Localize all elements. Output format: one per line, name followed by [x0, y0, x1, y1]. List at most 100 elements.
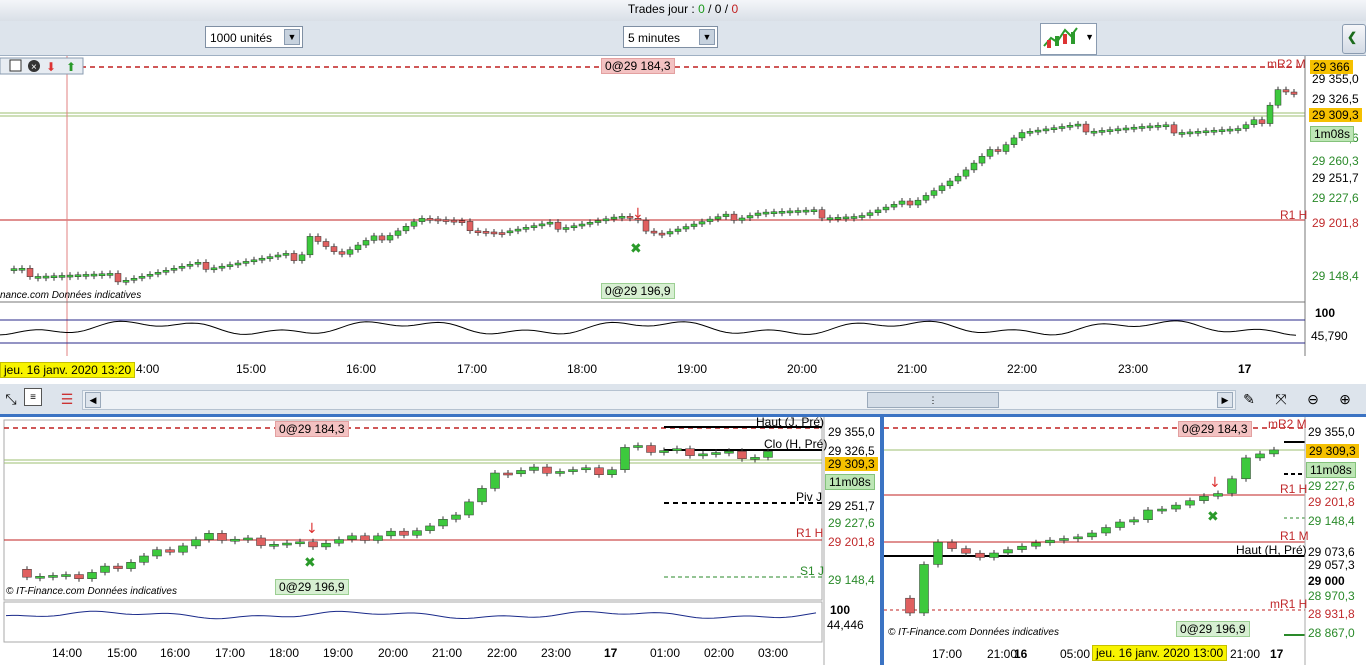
- candle: [594, 467, 604, 475]
- candle: [1269, 449, 1279, 455]
- candle: [882, 206, 890, 211]
- price-label: 29 000: [1308, 574, 1345, 588]
- zoom-in-icon[interactable]: ⊕: [1334, 388, 1356, 410]
- candle: [568, 469, 578, 472]
- candle: [490, 472, 500, 489]
- candle: [1074, 123, 1082, 127]
- candle: [1162, 124, 1170, 128]
- oscillator-line: [0, 320, 1297, 336]
- candle: [1157, 508, 1167, 512]
- candle: [1143, 509, 1153, 520]
- sell-arrow-icon: ↓: [632, 206, 644, 222]
- candle: [989, 552, 999, 558]
- document-icon[interactable]: ≡: [24, 388, 42, 406]
- level-label-haut: Haut (H, Pré): [1236, 543, 1307, 557]
- candle: [130, 278, 138, 281]
- price-label: 28 867,0: [1308, 626, 1355, 640]
- candle: [295, 541, 305, 545]
- candle: [914, 199, 922, 206]
- candle: [514, 228, 522, 232]
- candle: [570, 225, 578, 229]
- time-tick: 19:00: [677, 362, 708, 376]
- scroll-right-icon[interactable]: ▶: [1217, 392, 1233, 408]
- measure-tool-icon[interactable]: ⤡: [0, 388, 22, 410]
- candle: [74, 574, 84, 579]
- candle: [477, 488, 487, 503]
- bottom-left-chart-panel[interactable]: ↓ ✖ 0@29 184,3 0@29 196,9 © IT-Finance.c…: [0, 415, 880, 665]
- candle: [434, 218, 442, 222]
- bottom-left-candle-chart[interactable]: ↓ ✖: [0, 417, 880, 665]
- panel-toggle-button[interactable]: ❮: [1342, 24, 1366, 54]
- candle: [682, 226, 690, 230]
- candle: [282, 542, 292, 546]
- candle: [50, 275, 58, 278]
- main-chart-panel[interactable]: × ⬇ ⬆ ↓ ✖ 0@29 184,3 0@29 196,9 nance.co…: [0, 56, 1366, 356]
- candle: [711, 452, 721, 455]
- candle: [834, 217, 842, 220]
- interval-select[interactable]: 5 minutes ▼: [623, 26, 718, 48]
- horizontal-scrollbar[interactable]: ◀ ⋮ ▶: [82, 390, 1236, 410]
- units-select[interactable]: 1000 unités ▼: [205, 26, 303, 48]
- price-label: 28 931,8: [1308, 607, 1355, 621]
- candle: [763, 451, 773, 458]
- scroll-left-icon[interactable]: ◀: [85, 392, 101, 408]
- candle: [594, 220, 602, 223]
- candle: [274, 254, 282, 258]
- draw-tool-icon[interactable]: ✎: [1238, 388, 1260, 410]
- scrollbar-thumb[interactable]: ⋮: [867, 392, 999, 408]
- candle: [399, 530, 409, 536]
- trades-day-counter: Trades jour : 0 / 0 / 0: [627, 2, 739, 16]
- candle: [1210, 129, 1218, 133]
- candle: [578, 223, 586, 227]
- candle: [554, 221, 562, 230]
- candle: [1087, 532, 1097, 538]
- data-credit: nance.com Données indicatives: [0, 290, 142, 301]
- current-price: 29 309,3: [1306, 444, 1359, 458]
- arrow-down-icon[interactable]: ⬇: [46, 60, 56, 74]
- candle: [930, 190, 938, 196]
- oscillator-line: [5, 610, 817, 620]
- zoom-fit-icon[interactable]: ⤧: [1270, 388, 1292, 410]
- candle: [722, 213, 730, 217]
- time-tick: 23:00: [1118, 362, 1149, 376]
- window-icon[interactable]: [9, 59, 22, 72]
- candle: [425, 525, 435, 531]
- arrow-up-icon[interactable]: ⬆: [66, 60, 76, 74]
- candle: [230, 538, 240, 542]
- candle: [82, 274, 90, 277]
- candle: [58, 275, 66, 278]
- chart-type-button[interactable]: ▼: [1040, 23, 1097, 55]
- candle: [646, 445, 656, 453]
- candle: [1178, 132, 1186, 135]
- candle: [1250, 119, 1258, 125]
- candle: [516, 470, 526, 475]
- candle-timer: 11m08s: [825, 474, 875, 490]
- candle: [685, 448, 695, 456]
- indicator-list-icon[interactable]: ☰: [56, 388, 78, 410]
- price-label: 29 251,7: [828, 499, 875, 513]
- candle: [978, 156, 986, 164]
- zoom-out-icon[interactable]: ⊖: [1302, 388, 1324, 410]
- candle: [818, 209, 826, 219]
- candle: [170, 268, 178, 271]
- candle: [35, 576, 45, 579]
- candle: [1274, 89, 1282, 106]
- candle: [426, 218, 434, 221]
- time-tick: 15:00: [107, 646, 138, 660]
- candle: [975, 552, 985, 558]
- price-label: 29 355,0: [1312, 72, 1359, 86]
- price-label: 29 148,4: [1308, 514, 1355, 528]
- candle: [308, 541, 318, 548]
- candle: [994, 149, 1002, 152]
- candle: [890, 204, 898, 208]
- candle: [1146, 125, 1154, 129]
- candle: [842, 216, 850, 220]
- bottom-right-chart-panel[interactable]: ↓ ✖ 0@29 184,3 0@29 196,9 © IT-Finance.c…: [884, 417, 1366, 665]
- candle: [730, 213, 738, 221]
- candle: [555, 471, 565, 474]
- candle: [650, 230, 658, 234]
- candle: [378, 235, 386, 241]
- trades-win-count: 0: [698, 2, 705, 16]
- main-candle-chart[interactable]: × ⬇ ⬆ ↓ ✖: [0, 56, 1366, 356]
- candle: [113, 565, 123, 569]
